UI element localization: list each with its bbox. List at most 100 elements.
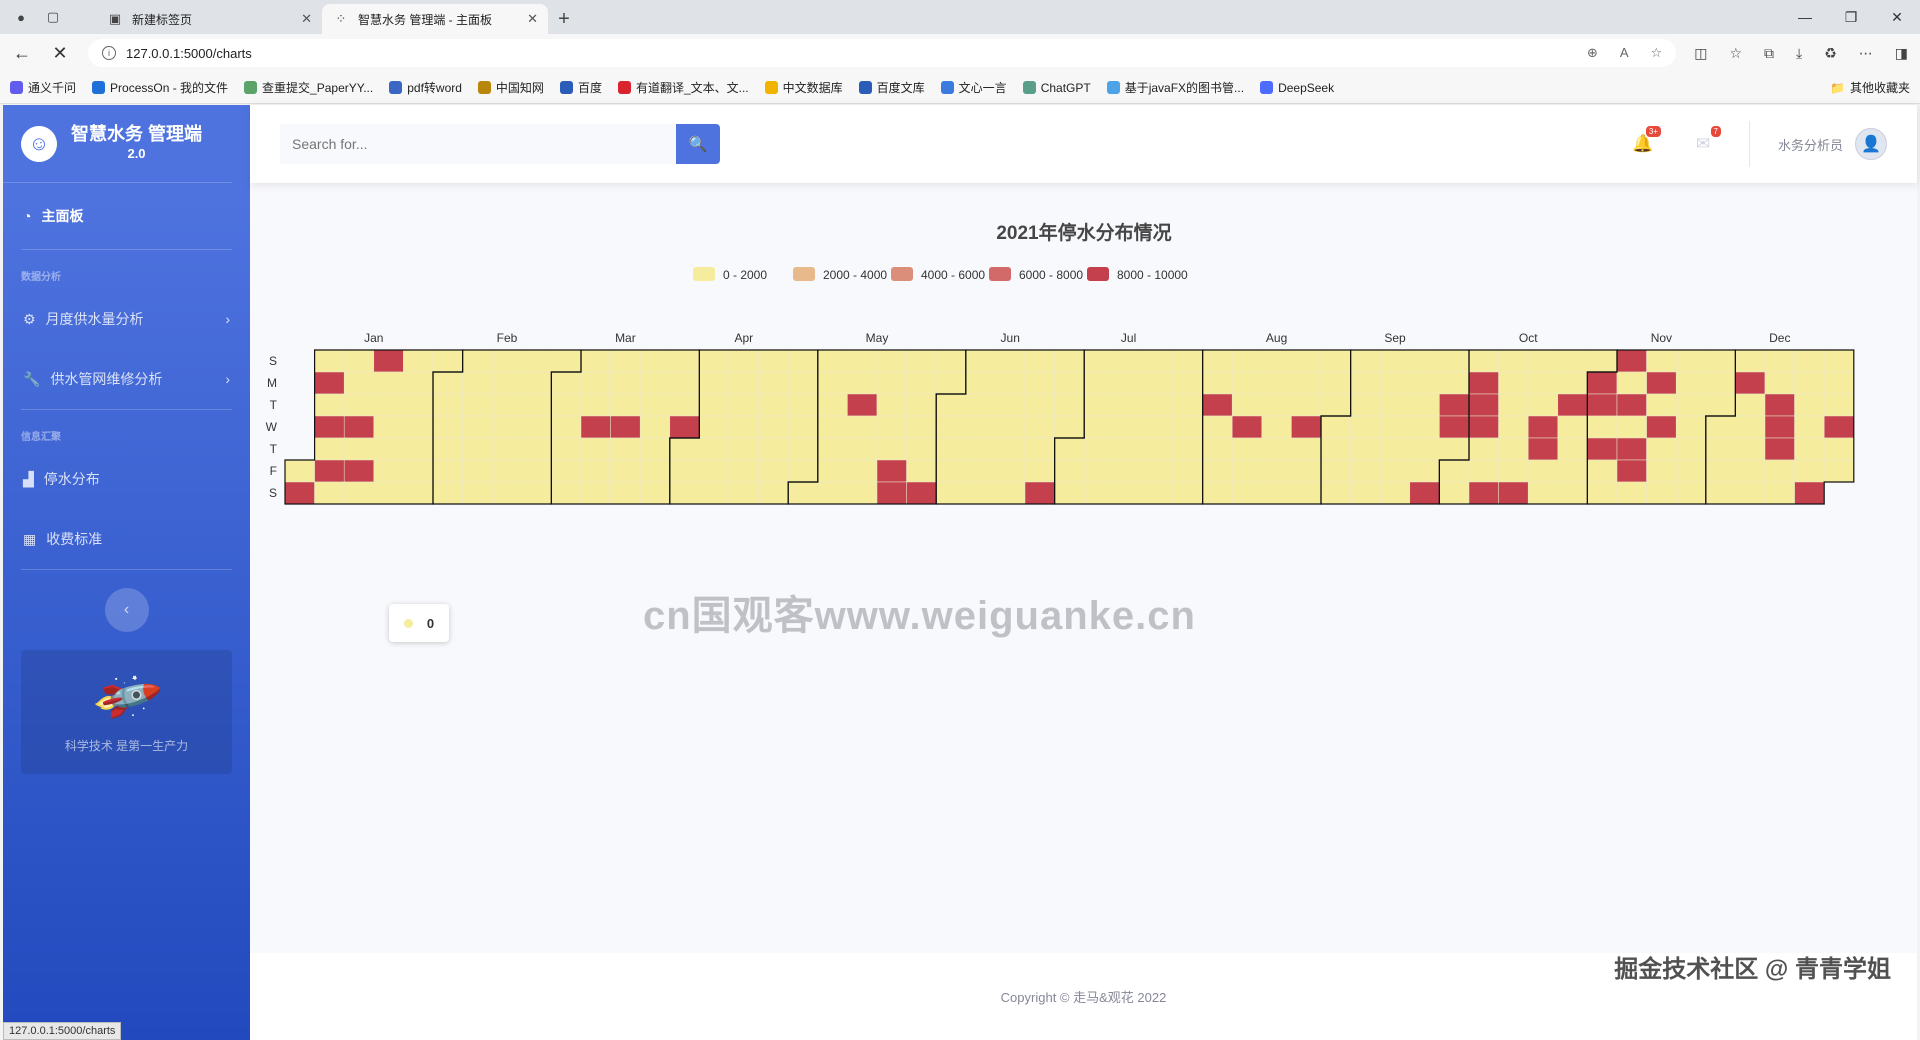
calendar-cell[interactable]: [787, 481, 819, 505]
search-button[interactable]: 🔍: [676, 124, 720, 164]
calendar-cell[interactable]: [1202, 371, 1233, 395]
calendar-cell[interactable]: [373, 349, 404, 373]
calendar-cell[interactable]: [314, 349, 345, 373]
calendar-cell[interactable]: [758, 437, 789, 461]
calendar-cell[interactable]: [758, 481, 789, 505]
calendar-cell[interactable]: [995, 349, 1026, 373]
calendar-cell[interactable]: [1054, 393, 1085, 417]
calendar-cell[interactable]: [787, 371, 819, 395]
calendar-cell[interactable]: [1735, 371, 1766, 395]
calendar-cell[interactable]: [1764, 393, 1795, 417]
calendar-cell[interactable]: [1557, 349, 1588, 373]
calendar-cell[interactable]: [1646, 371, 1677, 395]
calendar-cell[interactable]: [847, 371, 878, 395]
calendar-cell[interactable]: [610, 459, 641, 483]
calendar-cell[interactable]: [995, 437, 1026, 461]
calendar-cell[interactable]: [403, 437, 434, 461]
calendar-cell[interactable]: [1054, 371, 1085, 395]
calendar-cell[interactable]: [580, 459, 611, 483]
close-window-icon[interactable]: ✕: [1874, 9, 1920, 26]
calendar-cell[interactable]: [1024, 437, 1055, 461]
calendar-cell[interactable]: [1113, 437, 1144, 461]
calendar-cell[interactable]: [639, 459, 671, 483]
calendar-cell[interactable]: [1113, 371, 1144, 395]
calendar-cell[interactable]: [1320, 459, 1351, 483]
bookmark-item[interactable]: 中文数据库: [764, 79, 843, 96]
calendar-cell[interactable]: [1616, 371, 1647, 395]
calendar-cell[interactable]: [1527, 349, 1559, 373]
calendar-cell[interactable]: [1498, 415, 1529, 439]
calendar-cell[interactable]: [551, 459, 582, 483]
calendar-cell[interactable]: [1823, 393, 1855, 417]
calendar-cell[interactable]: [1202, 481, 1233, 505]
calendar-cell[interactable]: [847, 459, 878, 483]
sidebar-brand[interactable]: ☺ 智慧水务 管理端 2.0: [3, 105, 232, 183]
calendar-cell[interactable]: [817, 371, 848, 395]
calendar-cell[interactable]: [699, 371, 730, 395]
calendar-cell[interactable]: [965, 459, 996, 483]
calendar-cell[interactable]: [1794, 415, 1825, 439]
calendar-cell[interactable]: [728, 437, 759, 461]
calendar-cell[interactable]: [1113, 415, 1144, 439]
calendar-cell[interactable]: [1083, 459, 1115, 483]
calendar-cell[interactable]: [551, 393, 582, 417]
calendar-cell[interactable]: [935, 371, 967, 395]
url-field[interactable]: i 127.0.0.1:5000/charts ⊕ A ☆: [88, 39, 1677, 67]
calendar-cell[interactable]: [1675, 349, 1707, 373]
calendar-cell[interactable]: [1054, 415, 1085, 439]
calendar-cell[interactable]: [1616, 349, 1647, 373]
calendar-cell[interactable]: [1113, 459, 1144, 483]
calendar-cell[interactable]: [906, 415, 937, 439]
calendar-cell[interactable]: [521, 459, 552, 483]
calendar-cell[interactable]: [1527, 459, 1559, 483]
calendar-cell[interactable]: [373, 437, 404, 461]
calendar-cell[interactable]: [462, 437, 493, 461]
calendar-cell[interactable]: [1261, 393, 1292, 417]
calendar-cell[interactable]: [1794, 459, 1825, 483]
calendar-cell[interactable]: [906, 437, 937, 461]
legend-swatch[interactable]: [1087, 267, 1109, 281]
calendar-cell[interactable]: [1379, 415, 1411, 439]
more-menu-icon[interactable]: ⋯: [1859, 45, 1873, 62]
calendar-cell[interactable]: [876, 437, 907, 461]
calendar-cell[interactable]: [1320, 393, 1351, 417]
calendar-cell[interactable]: [1261, 481, 1292, 505]
calendar-cell[interactable]: [403, 481, 434, 505]
calendar-cell[interactable]: [491, 437, 523, 461]
calendar-cell[interactable]: [284, 481, 315, 505]
bookmark-item[interactable]: ChatGPT: [1022, 81, 1091, 95]
calendar-cell[interactable]: [491, 393, 523, 417]
zoom-icon[interactable]: ⊕: [1587, 45, 1598, 61]
calendar-cell[interactable]: [1143, 437, 1174, 461]
calendar-cell[interactable]: [1054, 459, 1085, 483]
calendar-cell[interactable]: [758, 459, 789, 483]
calendar-cell[interactable]: [610, 393, 641, 417]
calendar-cell[interactable]: [1024, 349, 1055, 373]
calendar-cell[interactable]: [551, 481, 582, 505]
sidebar-toggle-icon[interactable]: ◨: [1895, 45, 1908, 62]
bookmark-item[interactable]: 基于javaFX的图书管...: [1106, 79, 1244, 96]
calendar-cell[interactable]: [1202, 349, 1233, 373]
calendar-cell[interactable]: [847, 481, 878, 505]
calendar-cell[interactable]: [314, 481, 345, 505]
calendar-cell[interactable]: [373, 371, 404, 395]
calendar-cell[interactable]: [1409, 371, 1440, 395]
calendar-cell[interactable]: [1350, 371, 1381, 395]
calendar-cell[interactable]: [580, 349, 611, 373]
calendar-cell[interactable]: [758, 393, 789, 417]
calendar-cell[interactable]: [847, 415, 878, 439]
calendar-cell[interactable]: [1379, 459, 1411, 483]
calendar-cell[interactable]: [314, 393, 345, 417]
calendar-cell[interactable]: [1379, 371, 1411, 395]
calendar-cell[interactable]: [1320, 437, 1351, 461]
calendar-cell[interactable]: [1557, 459, 1588, 483]
calendar-cell[interactable]: [1231, 459, 1263, 483]
calendar-cell[interactable]: [1143, 349, 1174, 373]
calendar-cell[interactable]: [432, 349, 463, 373]
calendar-cell[interactable]: [1646, 459, 1677, 483]
calendar-cell[interactable]: [906, 459, 937, 483]
calendar-cell[interactable]: [1616, 459, 1647, 483]
legend-swatch[interactable]: [989, 267, 1011, 281]
calendar-cell[interactable]: [1439, 459, 1470, 483]
calendar-cell[interactable]: [1527, 371, 1559, 395]
